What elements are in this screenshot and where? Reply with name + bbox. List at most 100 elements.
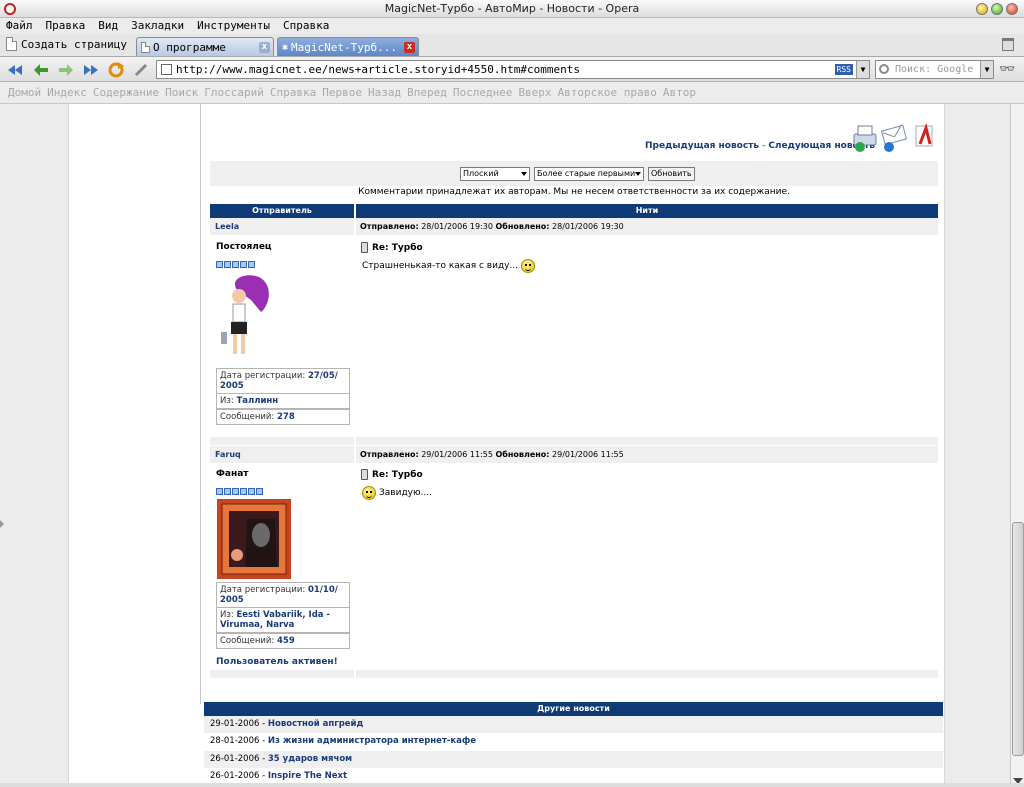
threads-column-header: Нити [356,204,938,218]
link-up[interactable]: Вверх [518,82,551,103]
menu-help[interactable]: Справка [283,18,329,34]
location-value: Таллинн [236,396,279,406]
back-button[interactable] [32,61,49,78]
row-separator [356,670,938,678]
other-news-header: Другие новости [204,702,943,716]
post-author[interactable]: Faruq [210,446,354,463]
tab-about[interactable]: О программе x [136,37,274,56]
glasses-icon[interactable]: 👓 [999,62,1015,77]
rss-icon[interactable]: RSS [834,64,853,75]
prev-news-link[interactable]: Предыдущая новость [645,141,759,151]
news-link[interactable]: 35 ударов мячом [268,754,352,764]
menu-view[interactable]: Вид [98,18,118,34]
maximize-button[interactable] [991,3,1003,15]
search-input[interactable]: Поиск: Google ▼ [875,60,994,79]
post-meta: Отправлено: 28/01/2006 19:30 Обновлено: … [356,218,938,235]
address-bar[interactable]: http://www.magicnet.ee/news+article.stor… [156,60,870,79]
page-favicon-icon [161,64,172,75]
opera-logo-icon [4,3,16,15]
rewind-button[interactable] [6,61,23,78]
link-contents[interactable]: Содержание [93,82,159,103]
news-date: 26-01-2006 [210,771,260,781]
fast-forward-button[interactable] [82,61,99,78]
reload-button[interactable] [107,61,124,78]
address-dropdown-icon[interactable]: ▼ [856,61,869,78]
from-label: Из: [220,610,234,620]
smiley-icon [521,259,536,273]
close-tab-icon[interactable]: x [259,41,270,53]
news-list-item: 26-01-2006 - 35 ударов мячом [204,751,943,768]
link-next[interactable]: Вперед [407,82,447,103]
user-avatar [221,275,269,354]
link-author[interactable]: Автор [663,82,696,103]
vertical-scrollbar[interactable] [1010,104,1024,787]
messages-value: 459 [277,636,295,646]
link-search[interactable]: Поиск [165,82,198,103]
email-icon[interactable] [880,122,908,152]
window-title: MagicNet-Турбо - АвтоМир - Новости - Ope… [384,2,640,15]
status-bar [0,783,1024,787]
post-body-text: Завидую.... [379,488,433,498]
link-home[interactable]: Домой [8,82,41,103]
news-separator: - [262,771,266,781]
news-list-item: 29-01-2006 - Новостной апгрейд [204,716,943,733]
link-first[interactable]: Первое [322,82,362,103]
messages-label: Сообщений: [220,636,275,646]
post-body-text: Страшненькая-то какая с виду... [362,261,519,271]
reg-date-2: 2005 [220,595,244,605]
sent-date: 28/01/2006 19:30 [421,222,493,231]
message-count-box: Сообщений: 278 [216,409,350,425]
link-last[interactable]: Последнее [453,82,513,103]
news-link[interactable]: Из жизни администратора интернет-кафе [268,736,476,746]
link-help[interactable]: Справка [270,82,316,103]
sent-label: Отправлено: [360,450,419,459]
page-content: Предыдущая новость - Следующая новость Пло… [68,104,945,787]
reg-date-1: 27/05/ [307,371,338,381]
menu-bookmarks[interactable]: Закладки [131,18,184,34]
view-mode-select[interactable]: Плоский [460,167,530,181]
link-copyright[interactable]: Авторское право [558,82,657,103]
menu-tools[interactable]: Инструменты [197,18,270,34]
registration-date-box: Дата регистрации: 01/10/2005 [216,582,350,608]
printer-icon[interactable] [852,122,878,152]
trash-icon[interactable] [1002,38,1014,51]
link-glossary[interactable]: Глоссарий [204,82,264,103]
link-bar: Домой Индекс Содержание Поиск Глоссарий … [0,82,1024,104]
edit-button[interactable] [132,61,149,78]
news-link[interactable]: Inspire The Next [268,771,347,781]
messages-value: 278 [277,412,295,422]
close-window-button[interactable] [1006,3,1018,15]
minimize-button[interactable] [976,3,988,15]
tab-magicnet[interactable]: ✱ MagicNet-Турб... x [277,37,419,56]
sender-column-header: Отправитель [210,204,354,218]
news-link[interactable]: Новостной апгрейд [268,719,363,729]
rank-stars [216,261,255,268]
forward-button[interactable] [57,61,74,78]
close-tab-icon[interactable]: x [404,41,415,53]
menu-file[interactable]: Файл [6,18,33,34]
link-index[interactable]: Индекс [47,82,87,103]
chevron-down-icon [521,172,527,176]
panel-toggle-icon[interactable] [0,520,4,528]
reg-label: Дата регистрации: [220,371,306,381]
post-author[interactable]: Leela [210,218,354,235]
chevron-down-icon [635,172,641,176]
message-count-box: Сообщений: 459 [216,633,350,649]
mobile-phone-icon [361,242,368,253]
mobile-phone-icon [361,469,368,480]
page-viewport: Предыдущая новость - Следующая новость Пло… [0,104,1010,787]
sort-order-select[interactable]: Более старые первыми [534,167,644,181]
refresh-button[interactable]: Обновить [648,167,695,181]
scrollbar-thumb[interactable] [1012,522,1024,756]
updated-date: 29/01/2006 11:55 [552,450,624,459]
menu-edit[interactable]: Правка [46,18,86,34]
back-arrow-icon [33,63,48,76]
pdf-icon[interactable] [910,122,936,152]
messages-label: Сообщений: [220,412,275,422]
post-body: Страшненькая-то какая с виду... [362,259,536,273]
search-icon [879,64,889,74]
new-page-button[interactable]: Создать страницу [6,37,127,51]
search-engine-dropdown-icon[interactable]: ▼ [980,61,993,78]
news-date: 29-01-2006 [210,719,260,729]
link-previous[interactable]: Назад [368,82,401,103]
